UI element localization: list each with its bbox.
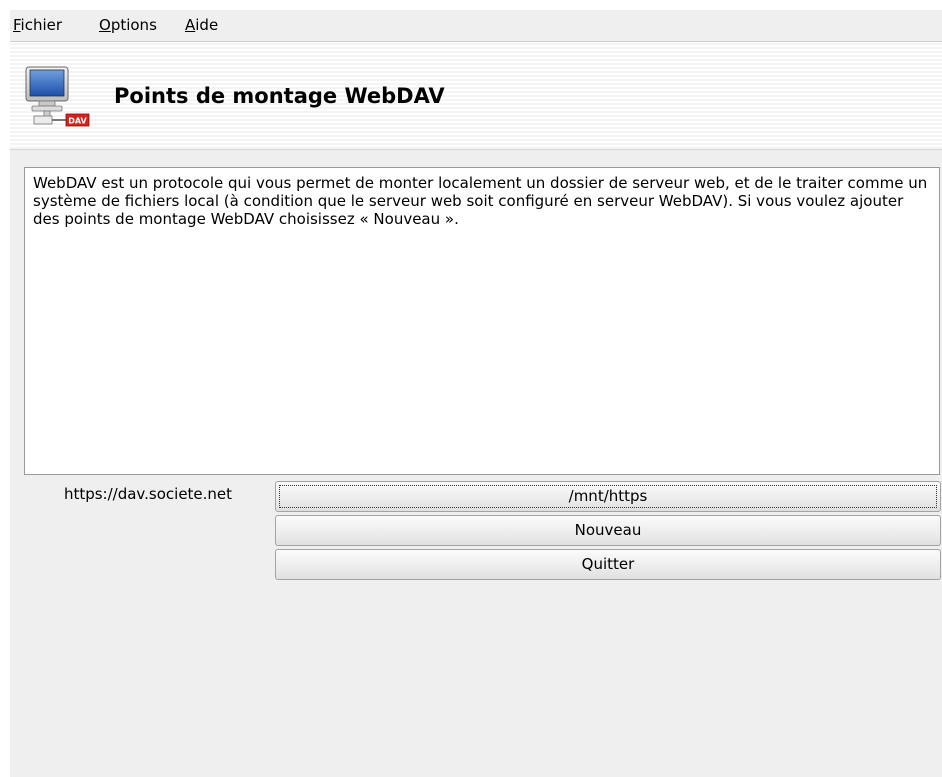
- menu-fichier-label: ichier: [20, 16, 63, 34]
- page-header: DAV Points de montage WebDAV: [10, 43, 942, 150]
- mount-server-label: https://dav.societe.net: [63, 485, 233, 503]
- quit-button[interactable]: Quitter: [275, 549, 941, 580]
- menubar: Fichier Options Aide: [10, 10, 942, 42]
- menu-aide-mnemonic: A: [185, 16, 196, 34]
- mount-point-button[interactable]: /mnt/https: [275, 481, 941, 512]
- new-button-label: Nouveau: [574, 521, 642, 539]
- dav-badge-text: DAV: [68, 117, 87, 126]
- description-box[interactable]: WebDAV est un protocole qui vous permet …: [24, 167, 940, 475]
- menu-options-mnemonic: O: [99, 16, 111, 34]
- quit-button-label: Quitter: [581, 555, 635, 573]
- menu-aide-label: ide: [195, 16, 219, 34]
- description-text: WebDAV est un protocole qui vous permet …: [33, 174, 928, 228]
- page-title: Points de montage WebDAV: [114, 84, 445, 108]
- menu-aide[interactable]: Aide: [185, 16, 218, 34]
- menu-options-label: ptions: [110, 16, 157, 34]
- mount-point-label: /mnt/https: [568, 487, 648, 505]
- main-window: Fichier Options Aide DAV Points de monta…: [10, 10, 942, 777]
- new-button[interactable]: Nouveau: [275, 515, 941, 546]
- menu-options[interactable]: Options: [99, 16, 157, 34]
- menu-fichier[interactable]: Fichier: [13, 16, 62, 34]
- webdav-network-icon: DAV: [24, 66, 90, 128]
- menu-fichier-mnemonic: F: [13, 16, 21, 34]
